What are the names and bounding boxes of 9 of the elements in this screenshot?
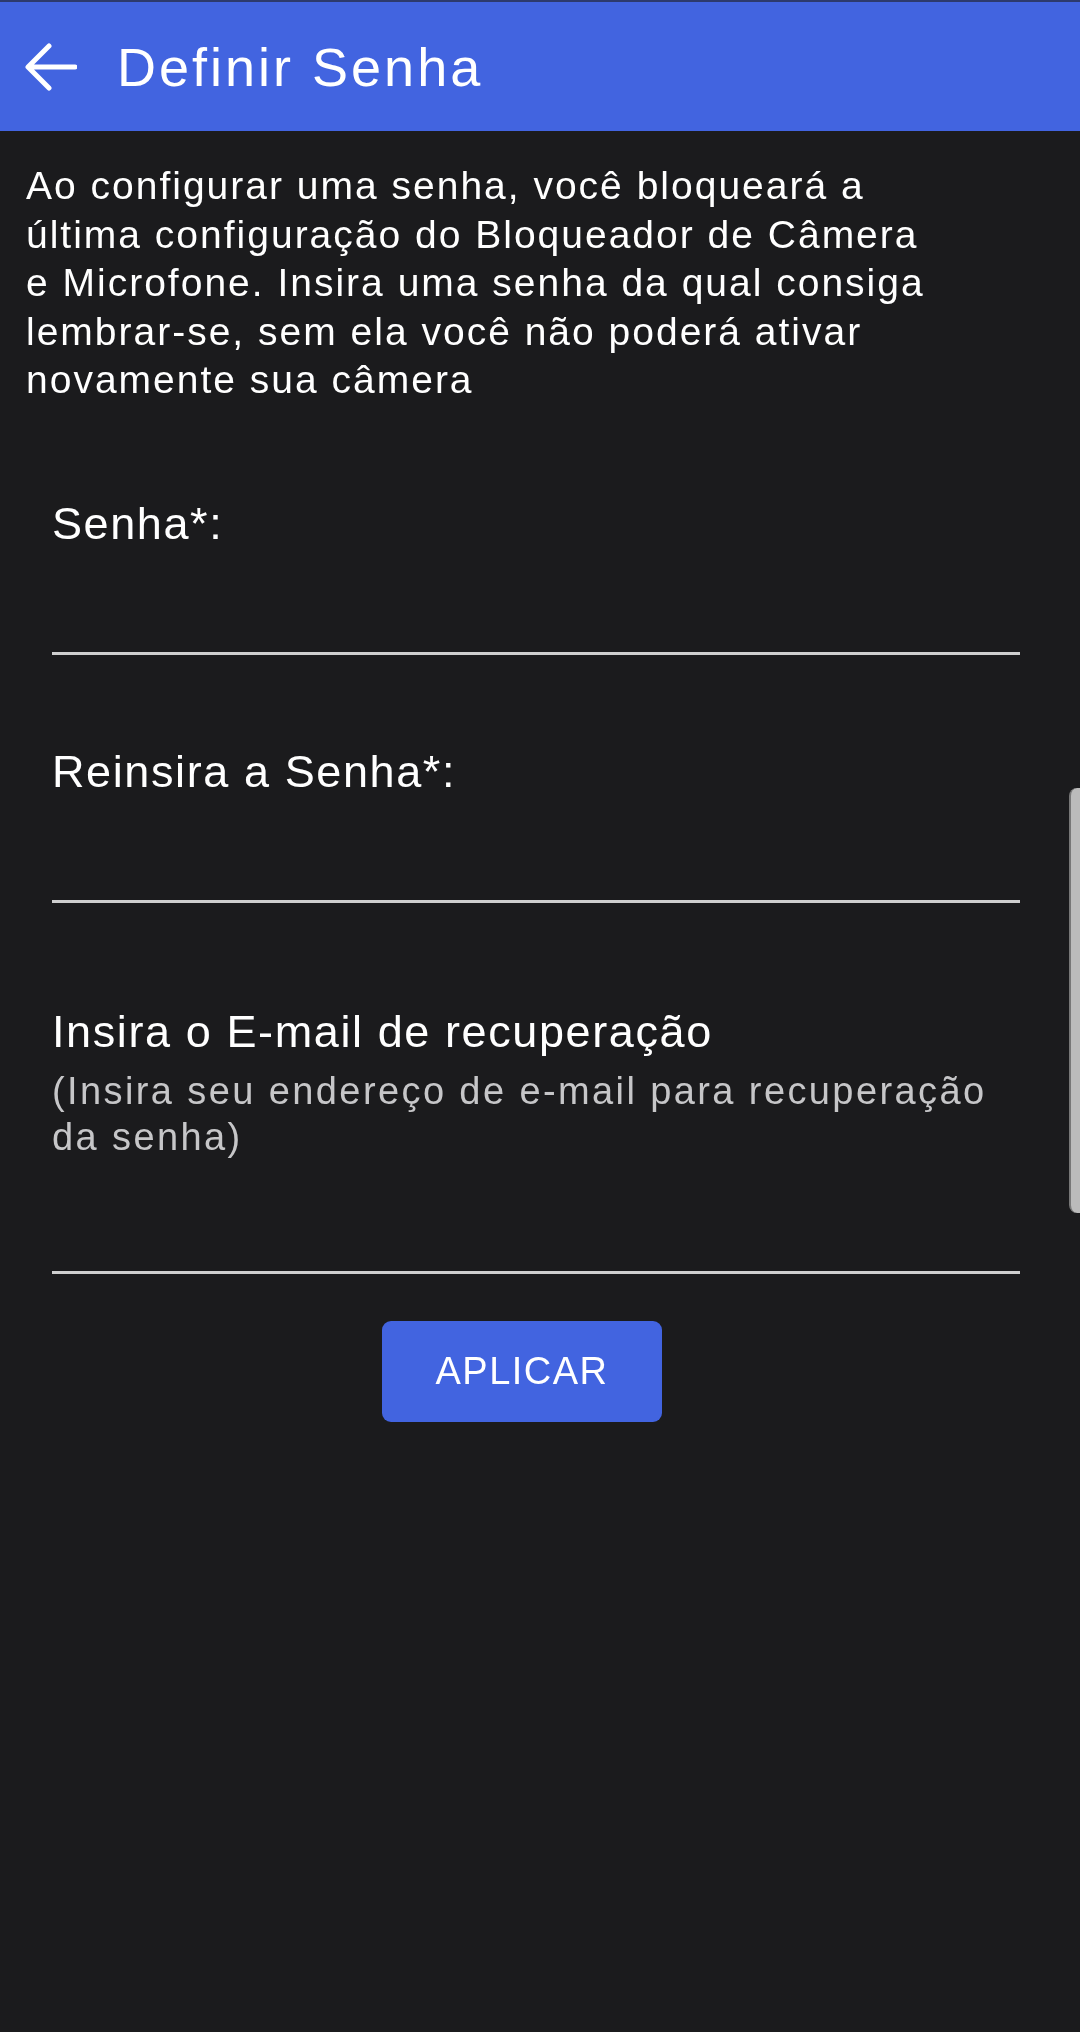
field-label: Reinsira a Senha*:	[52, 744, 458, 799]
description-text: Ao configurar uma senha, você bloqueará a última configuração do Bloqueador de Câmera e Microfone. Insira uma senha da qual consiga lembrar-se, sem ela você não poderá ativar novamente sua câmera	[26, 163, 926, 404]
apply-button[interactable]: APLICAR	[382, 1320, 662, 1422]
field-hint: (Insira seu endereço de e-mail para recuperação da senha)	[52, 1068, 988, 1160]
screen-title: Definir Senha	[117, 35, 484, 98]
field-label: Senha*:	[52, 496, 225, 551]
edge-panel-handle[interactable]	[1069, 788, 1080, 1213]
back-icon[interactable]	[25, 42, 77, 91]
field-label: Insira o E-mail de recuperação	[52, 1004, 714, 1059]
